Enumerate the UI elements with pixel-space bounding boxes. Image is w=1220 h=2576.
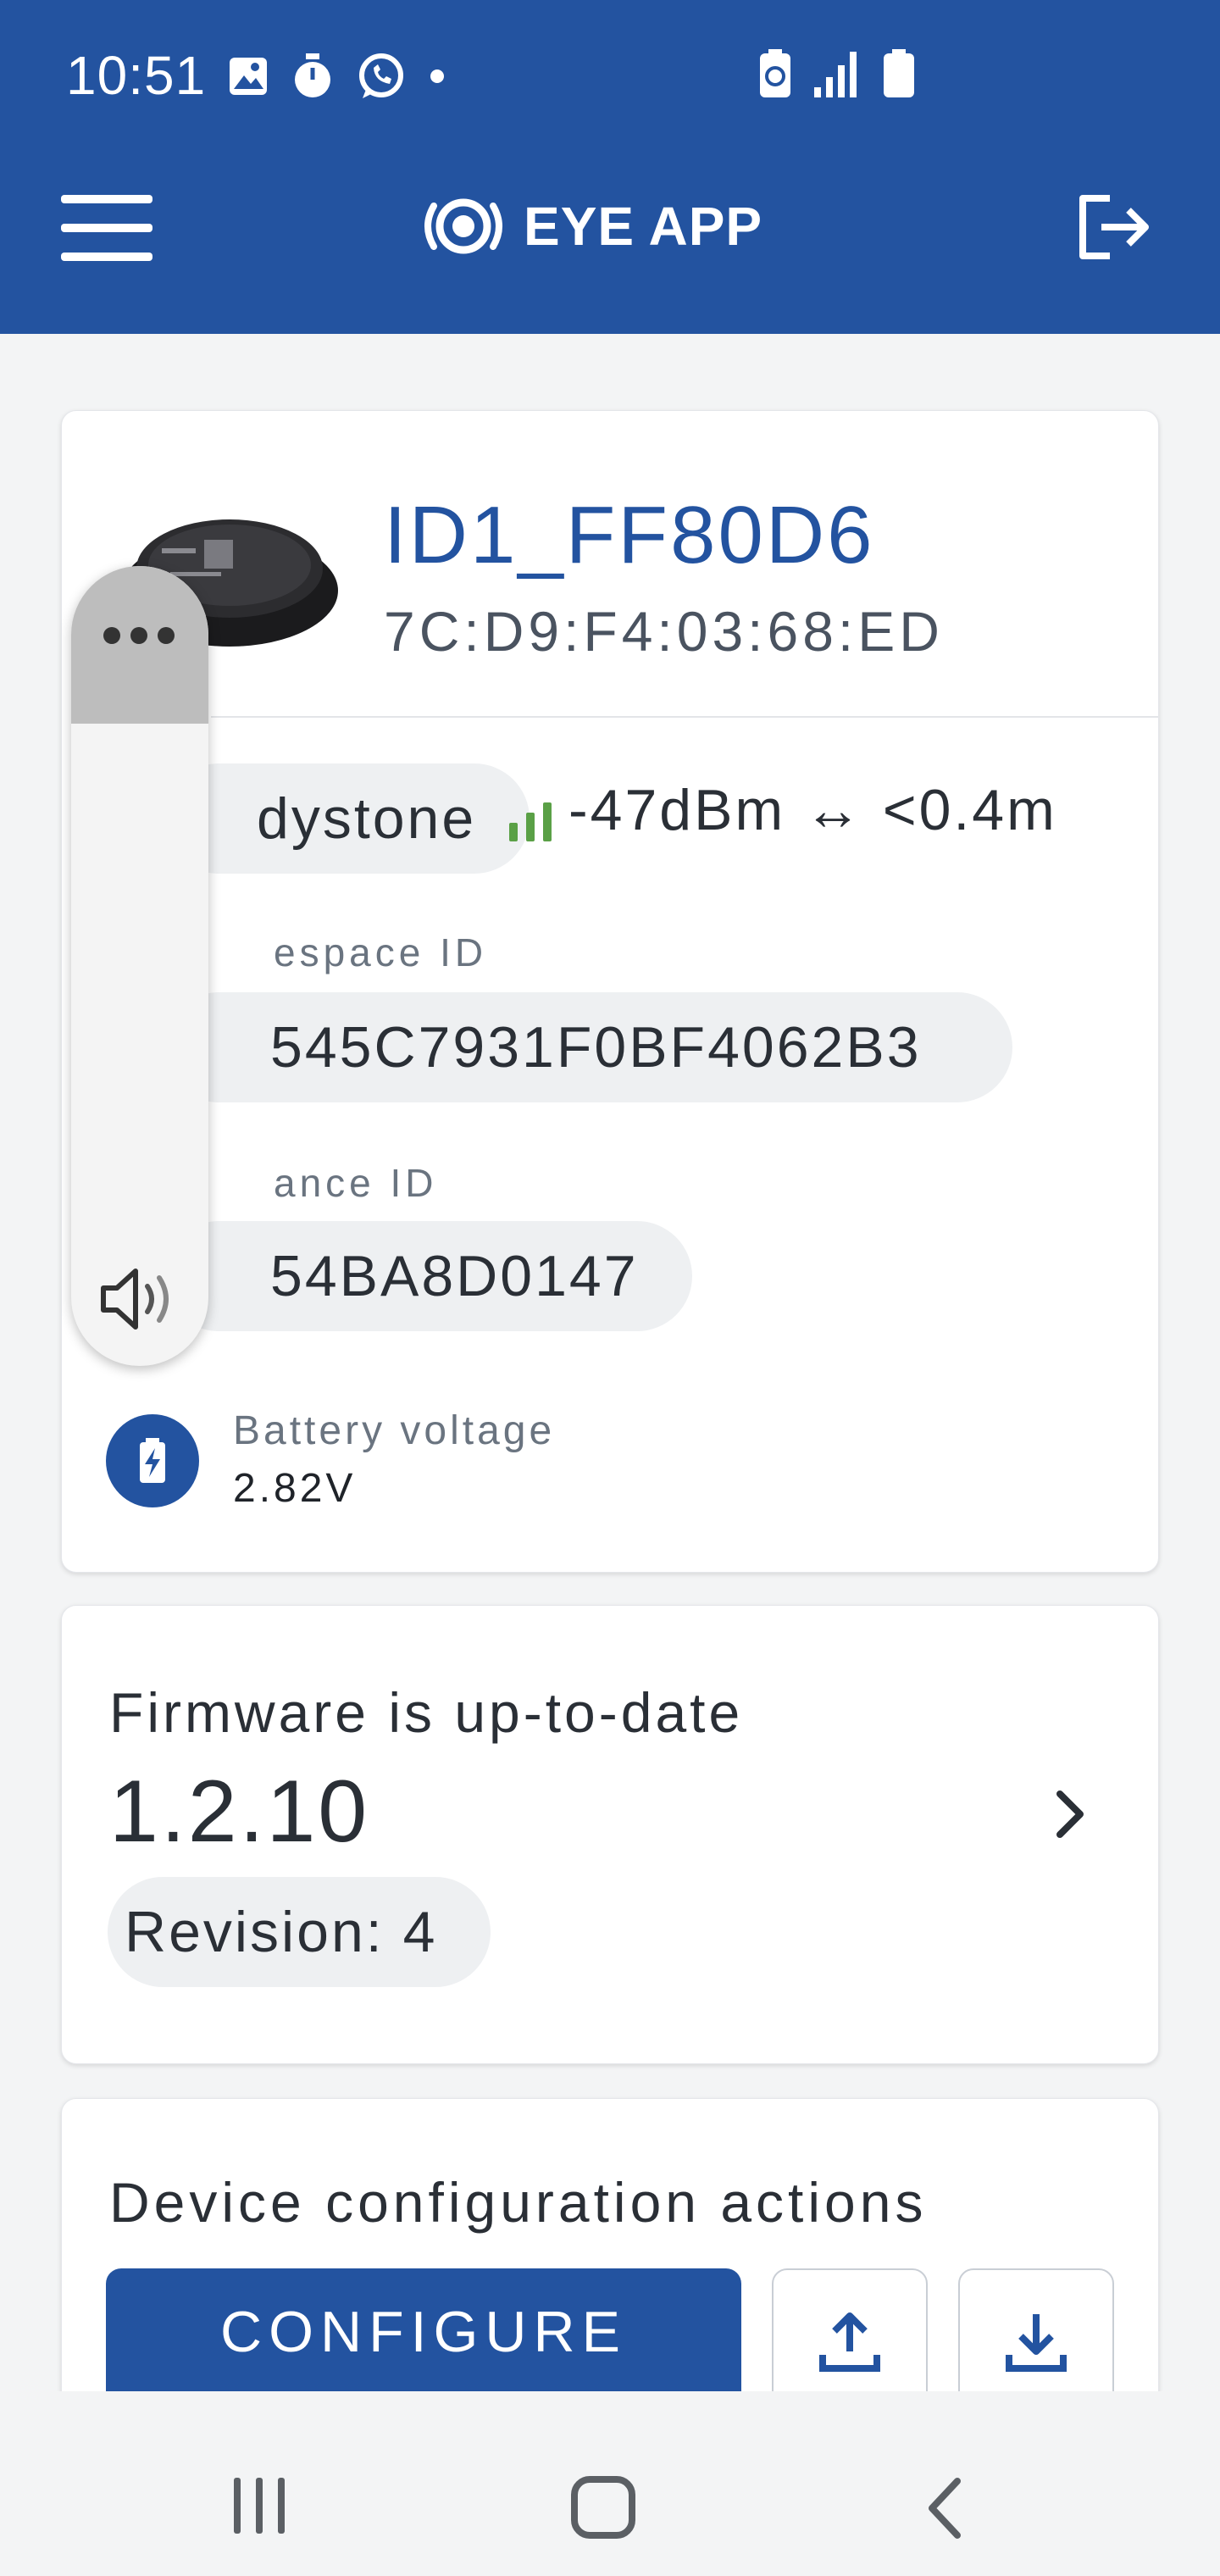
actions-title: Device configuration actions <box>109 2171 928 2234</box>
device-mac-address: 7C:D9:F4:03:68:ED <box>384 600 944 663</box>
device-name: ID1_FF80D6 <box>384 490 875 580</box>
battery-charge-icon <box>106 1414 199 1507</box>
chevron-right-icon[interactable] <box>1045 1780 1095 1848</box>
battery-icon <box>884 49 914 97</box>
firmware-card[interactable]: Firmware is up-to-date 1.2.10 Revision: … <box>61 1605 1159 2064</box>
dot-icon <box>430 69 444 83</box>
back-button[interactable] <box>923 2474 966 2542</box>
volume-level-fill <box>71 566 208 724</box>
menu-icon <box>61 195 152 203</box>
status-system-icons <box>758 49 916 98</box>
battery-voltage-label: Battery voltage <box>233 1408 556 1453</box>
divider <box>211 716 1158 718</box>
battery-saver-icon <box>760 49 790 97</box>
instance-id-value: 54BA8D0147 <box>164 1221 692 1331</box>
app-bar: EYE APP <box>0 146 1220 334</box>
app-brand: EYE APP <box>419 195 762 258</box>
menu-button[interactable] <box>61 195 154 263</box>
firmware-version: 1.2.10 <box>109 1763 370 1861</box>
device-info-card: ID1_FF80D6 7C:D9:F4:03:68:ED dystone -47… <box>61 410 1159 1573</box>
signal-icon <box>814 52 857 97</box>
upload-icon <box>819 2312 880 2372</box>
speaker-icon[interactable] <box>97 1261 181 1337</box>
battery-voltage-value: 2.82V <box>233 1466 357 1511</box>
eye-logo-icon <box>424 198 502 254</box>
recents-button[interactable] <box>234 2478 293 2537</box>
namespace-id-label: espace ID <box>274 930 488 974</box>
protocol-chip: dystone <box>164 763 530 874</box>
namespace-id-value: 545C7931F0BF4062B3 <box>164 992 1012 1102</box>
navigation-bar <box>0 2391 1220 2576</box>
rssi-distance: -47dBm ↔ <0.4m <box>568 778 1057 842</box>
revision-chip: Revision: 4 <box>108 1877 491 1987</box>
app-title: EYE APP <box>524 196 763 257</box>
logout-icon <box>1079 195 1149 259</box>
firmware-status: Firmware is up-to-date <box>109 1681 744 1744</box>
download-icon <box>1006 2314 1067 2372</box>
signal-strength-icon <box>509 802 552 841</box>
instance-id-label: ance ID <box>274 1161 438 1205</box>
whatsapp-icon <box>359 53 403 98</box>
gallery-icon <box>230 58 267 95</box>
home-button[interactable] <box>571 2476 635 2539</box>
more-options-icon[interactable] <box>103 627 175 644</box>
logout-button[interactable] <box>1076 193 1152 269</box>
status-time: 10:51 <box>66 45 207 106</box>
timer-icon <box>295 53 330 97</box>
volume-panel[interactable] <box>71 566 208 1366</box>
status-notification-icons <box>227 51 446 102</box>
status-bar: 10:51 <box>0 0 1220 146</box>
